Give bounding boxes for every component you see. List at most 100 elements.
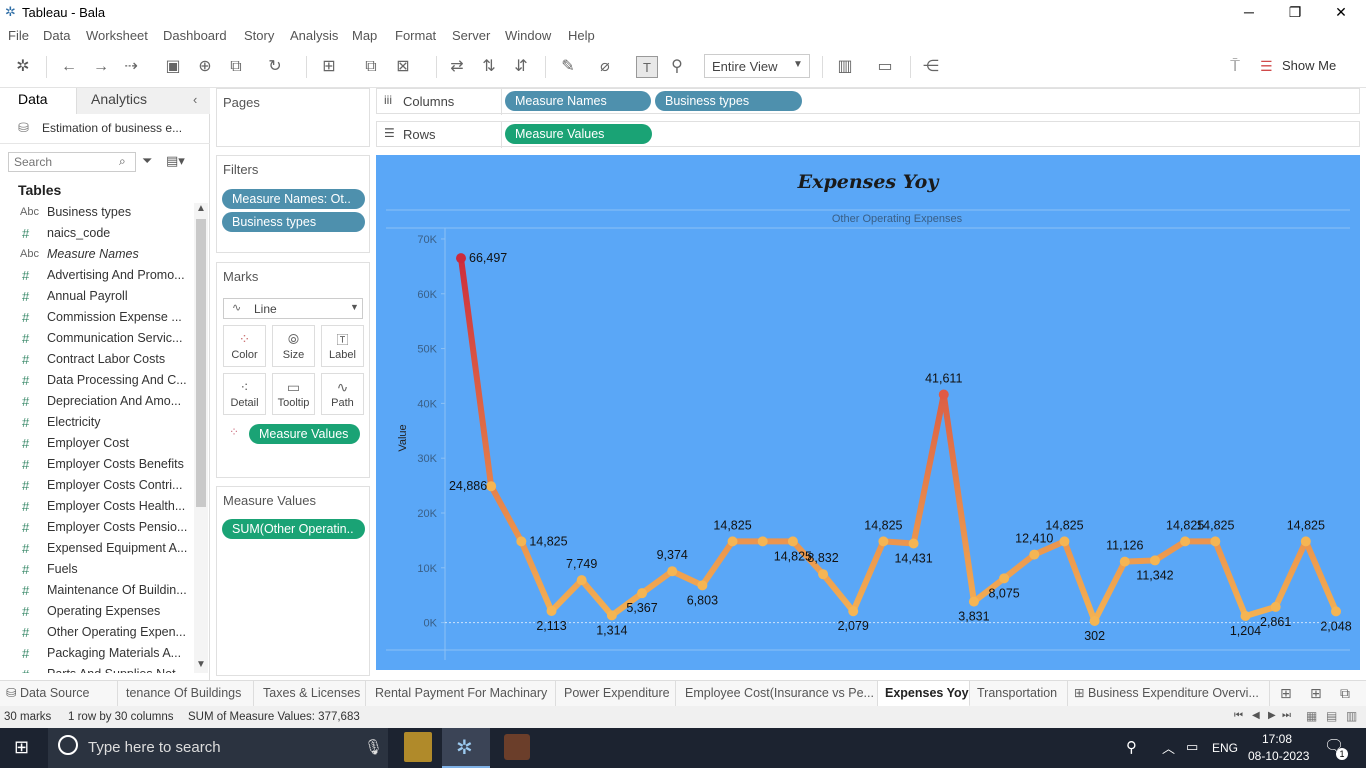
marks-measure-values-pill[interactable]: Measure Values <box>249 424 360 444</box>
taskbar-app-1[interactable] <box>404 732 432 762</box>
menu-data[interactable]: Data <box>43 28 70 43</box>
filter-pill-business-types[interactable]: Business types <box>222 212 365 232</box>
prev-sheet-icon[interactable]: ◀ <box>1252 710 1260 721</box>
minimize-button[interactable]: ─ <box>1226 0 1272 24</box>
data-point[interactable] <box>818 569 829 580</box>
columns-pill-measure-names[interactable]: Measure Names <box>505 91 651 111</box>
battery-icon[interactable]: ▭ <box>1186 739 1198 755</box>
field-item[interactable]: # Employer Costs Pensio... <box>0 518 190 539</box>
taskbar-app-tableau[interactable]: ✲ <box>442 728 490 768</box>
collapse-icon[interactable]: ‹ <box>193 92 197 107</box>
clock-time[interactable]: 17:08 <box>1262 732 1292 746</box>
data-point[interactable] <box>1029 549 1040 560</box>
columns-pill-business-types[interactable]: Business types <box>655 91 802 111</box>
field-item[interactable]: # Employer Costs Health... <box>0 497 190 518</box>
scrollbar-thumb[interactable] <box>196 219 206 507</box>
data-point[interactable] <box>938 389 949 400</box>
data-point[interactable] <box>1300 536 1311 547</box>
field-item[interactable]: # Packaging Materials A... <box>0 644 190 665</box>
new-story-tab-icon[interactable]: ⧉ <box>1340 685 1350 702</box>
path-button[interactable]: ∿ Path <box>321 373 364 415</box>
filter-icon[interactable]: ⏷ <box>142 153 152 169</box>
data-point[interactable] <box>757 536 768 547</box>
menu-map[interactable]: Map <box>352 28 377 43</box>
measure-values-pill[interactable]: SUM(Other Operatin.. <box>222 519 365 539</box>
taskbar-app-3[interactable] <box>504 734 530 760</box>
filter-pill-measure-names[interactable]: Measure Names: Ot.. <box>222 189 365 209</box>
format-painter-icon[interactable]: ⍑ <box>1224 56 1246 78</box>
maximize-button[interactable]: ❐ <box>1272 0 1318 24</box>
columns-shelf[interactable]: iii Columns Measure Names Business types <box>376 88 1360 115</box>
taskbar-search[interactable]: Type here to search 🎙 <box>48 728 388 768</box>
undo-icon[interactable]: ← <box>58 56 80 78</box>
field-item[interactable]: # Fuels <box>0 560 190 581</box>
tab-employee-cost[interactable]: Employee Cost(Insurance vs Pe... <box>676 681 878 707</box>
data-point[interactable] <box>1180 536 1191 547</box>
new-worksheet-tab-icon[interactable]: ⊞ <box>1280 685 1292 702</box>
menu-worksheet[interactable]: Worksheet <box>86 28 148 43</box>
tab-expenses-yoy[interactable]: Expenses Yoy <box>878 681 970 707</box>
tab-rental-payment[interactable]: Rental Payment For Machinary <box>366 681 556 707</box>
data-point[interactable] <box>968 596 979 607</box>
group-icon[interactable]: ⌀ <box>594 56 616 78</box>
tab-data[interactable]: Data <box>0 88 76 114</box>
refresh-icon[interactable]: ↻ <box>264 56 286 78</box>
data-point[interactable] <box>486 481 497 492</box>
redo-icon[interactable]: → <box>90 56 112 78</box>
new-datasource-icon[interactable]: ⊕ <box>194 56 216 78</box>
pause-updates-icon[interactable]: ⧉ <box>225 56 247 78</box>
menu-file[interactable]: File <box>8 28 29 43</box>
tab-maintenance-of-buildings[interactable]: tenance Of Buildings <box>118 681 254 707</box>
tooltip-button[interactable]: ▭ Tooltip <box>272 373 315 415</box>
data-point[interactable] <box>848 606 859 617</box>
microphone-icon[interactable]: 🎙 <box>364 738 383 756</box>
field-item[interactable]: Abc Business types <box>0 203 190 224</box>
label-button[interactable]: 🅃 Label <box>321 325 364 367</box>
tab-business-expenditure[interactable]: ⊞ Business Expenditure Overvi... <box>1068 681 1270 707</box>
tab-analytics[interactable]: Analytics ‹ <box>76 88 210 114</box>
tab-power-expenditure[interactable]: Power Expenditure <box>556 681 676 707</box>
field-item[interactable]: # Data Processing And C... <box>0 371 190 392</box>
show-labels-icon[interactable]: T <box>636 56 658 78</box>
show-me-button[interactable]: ☰ Show Me <box>1260 56 1350 78</box>
data-point[interactable] <box>1119 556 1130 567</box>
field-item[interactable]: # Employer Cost <box>0 434 190 455</box>
field-item[interactable]: # naics_code <box>0 224 190 245</box>
rows-pill-measure-values[interactable]: Measure Values <box>505 124 652 144</box>
data-point[interactable] <box>908 538 919 549</box>
field-item[interactable]: # Maintenance Of Buildin... <box>0 581 190 602</box>
menu-help[interactable]: Help <box>568 28 595 43</box>
field-item[interactable]: # Depreciation And Amo... <box>0 392 190 413</box>
search-input[interactable] <box>9 153 113 171</box>
data-point[interactable] <box>1331 606 1341 617</box>
field-item[interactable]: # Expensed Equipment A... <box>0 539 190 560</box>
field-item[interactable]: # Communication Servic... <box>0 329 190 350</box>
next-sheet-icon[interactable]: ▶ <box>1268 710 1276 721</box>
menu-server[interactable]: Server <box>452 28 490 43</box>
field-item[interactable]: # Employer Costs Benefits <box>0 455 190 476</box>
menu-analysis[interactable]: Analysis <box>290 28 338 43</box>
data-point[interactable] <box>787 536 798 547</box>
replay-icon[interactable]: ⇢ <box>120 56 142 78</box>
sheet-sorter-icon[interactable]: ▦ <box>1306 709 1317 723</box>
save-icon[interactable]: ▣ <box>162 56 184 78</box>
search-box[interactable]: ⌕ <box>8 152 136 172</box>
presentation-mode-icon[interactable]: ▭ <box>874 56 896 78</box>
data-point[interactable] <box>1089 615 1100 626</box>
share-icon[interactable]: ⋲ <box>920 56 942 78</box>
field-item[interactable]: # Advertising And Promo... <box>0 266 190 287</box>
field-item[interactable]: # Operating Expenses <box>0 602 190 623</box>
windows-start-icon[interactable]: ⊞ <box>14 737 29 758</box>
swap-icon[interactable]: ⇄ <box>446 56 468 78</box>
data-point[interactable] <box>516 536 527 547</box>
datasource-row[interactable]: ⛁ Estimation of business e... <box>0 114 210 144</box>
tabs-view-icon[interactable]: ▥ <box>1346 709 1357 723</box>
data-point[interactable] <box>999 573 1010 584</box>
sort-descending-icon[interactable]: ⇵ <box>510 56 532 78</box>
data-point[interactable] <box>456 253 466 264</box>
show-cards-icon[interactable]: ▥ <box>834 56 856 78</box>
tableau-home-icon[interactable]: ✲ <box>12 56 34 78</box>
data-point[interactable] <box>1149 555 1160 566</box>
data-point[interactable] <box>606 610 617 621</box>
field-item[interactable]: # Other Operating Expen... <box>0 623 190 644</box>
